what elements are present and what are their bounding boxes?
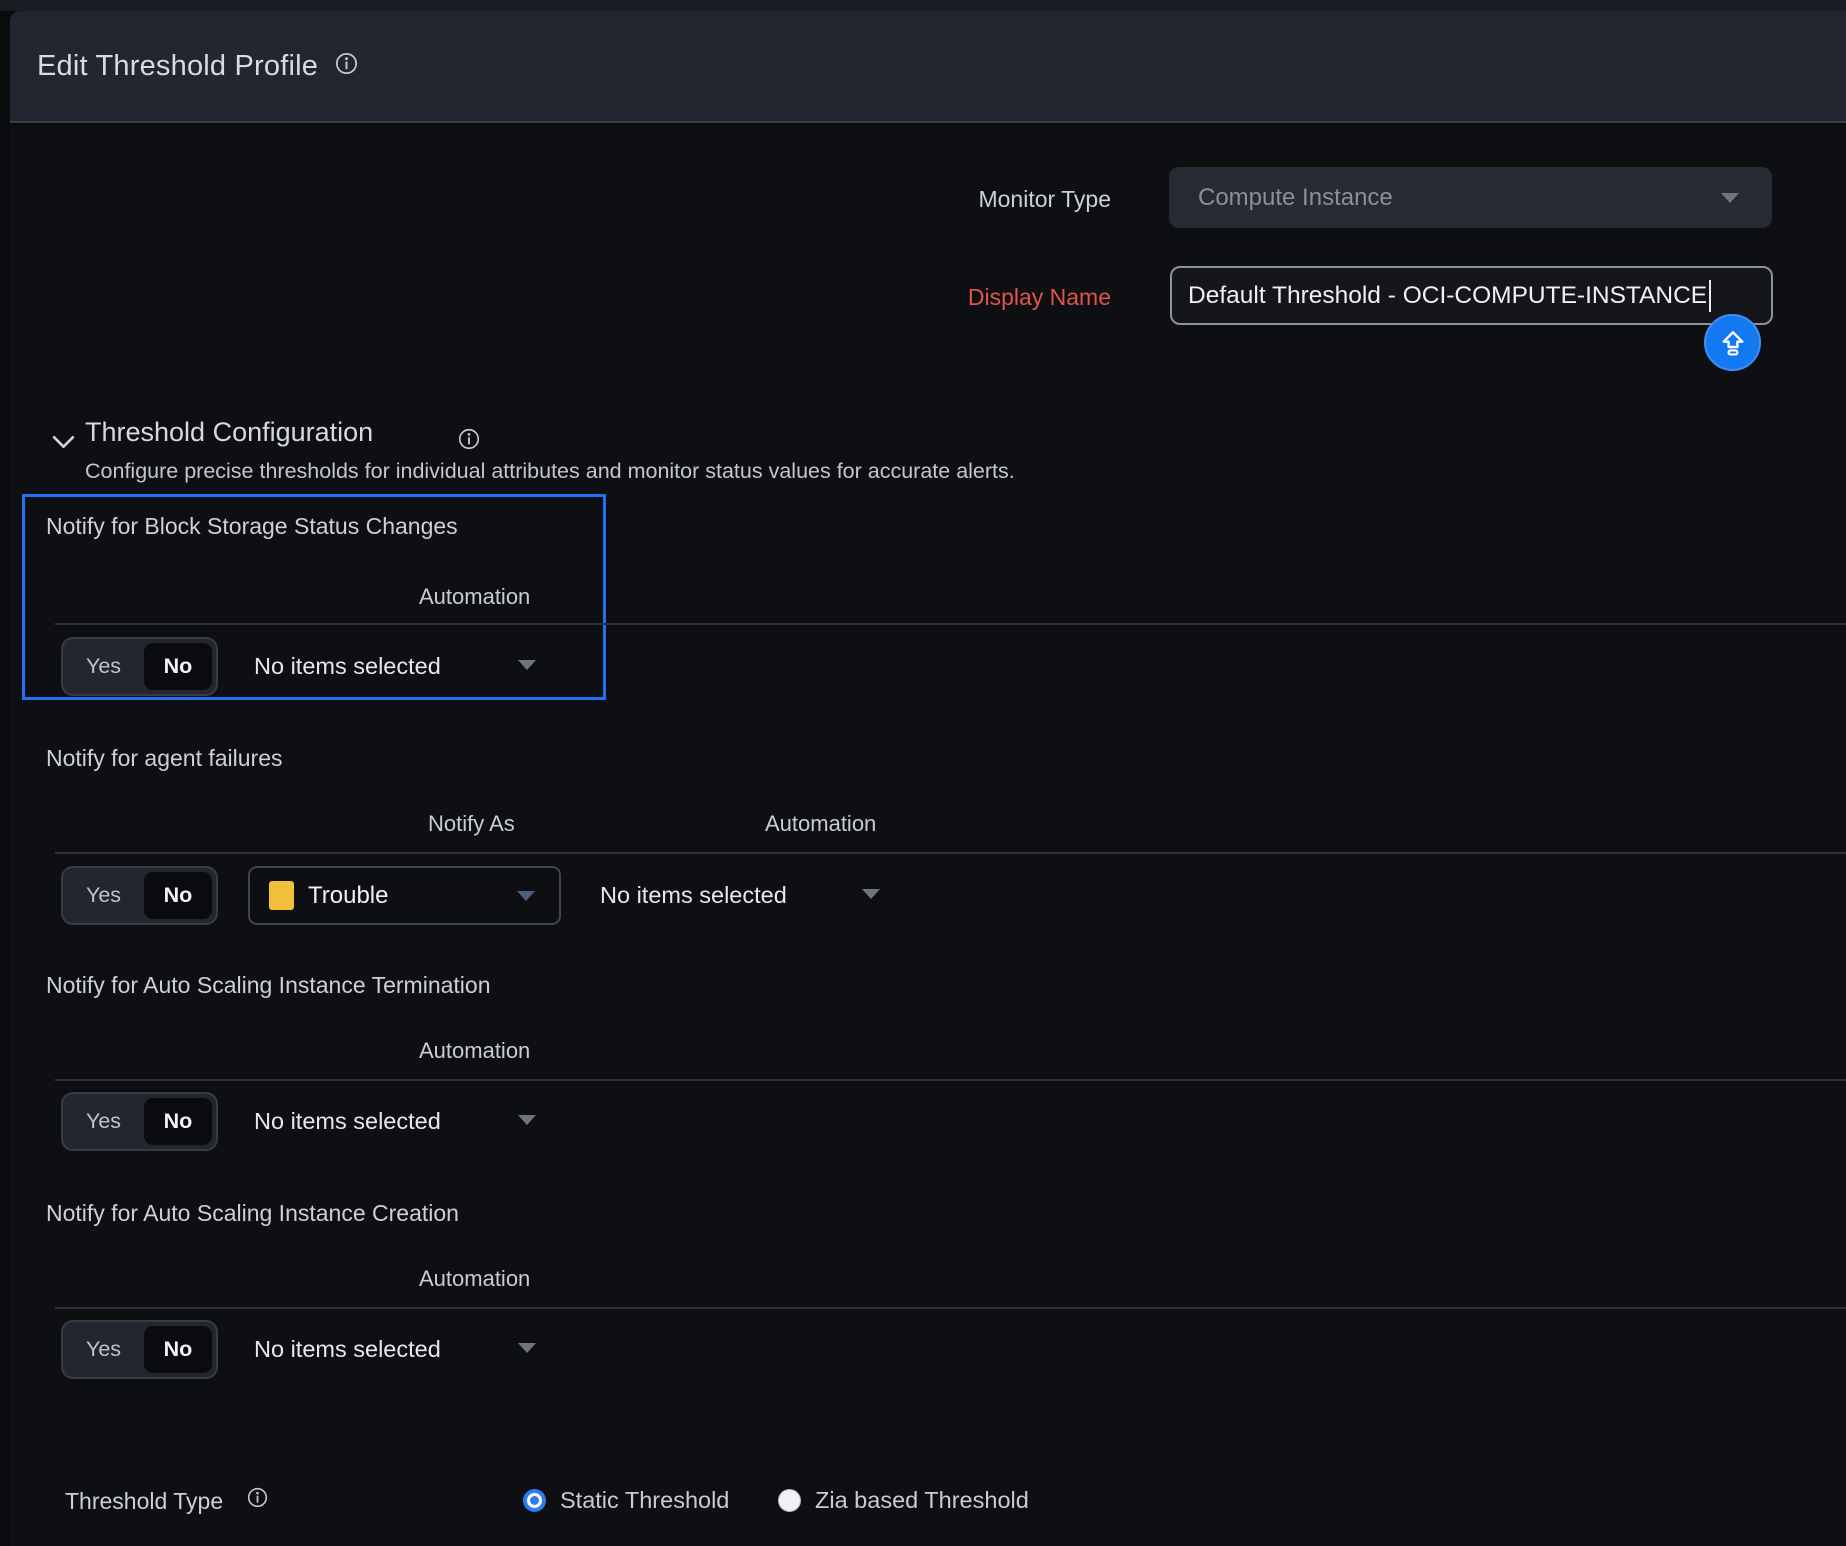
chevron-down-icon bbox=[518, 1115, 536, 1125]
automation-dropdown[interactable]: No items selected bbox=[254, 646, 554, 691]
monitor-type-select[interactable]: Compute Instance bbox=[1169, 167, 1772, 228]
monitor-type-label: Monitor Type bbox=[850, 186, 1111, 213]
radio-selected-icon bbox=[523, 1489, 546, 1512]
page-header: Edit Threshold Profile bbox=[10, 11, 1846, 123]
automation-dropdown[interactable]: No items selected bbox=[600, 875, 900, 920]
section-label: Notify for Auto Scaling Instance Termina… bbox=[46, 972, 490, 999]
autoscale-creation-notify-toggle[interactable]: Yes No bbox=[61, 1320, 218, 1379]
chevron-down-icon bbox=[517, 891, 535, 901]
notify-as-dropdown[interactable]: Trouble bbox=[248, 866, 561, 925]
divider bbox=[55, 852, 1846, 854]
threshold-config-description: Configure precise thresholds for individ… bbox=[85, 459, 1015, 484]
toggle-yes-option[interactable]: Yes bbox=[63, 1109, 144, 1134]
automation-dropdown[interactable]: No items selected bbox=[254, 1329, 554, 1374]
automation-column-header: Automation bbox=[419, 1038, 530, 1064]
divider bbox=[55, 1307, 1846, 1309]
automation-column-header: Automation bbox=[419, 1266, 530, 1292]
threshold-config-title: Threshold Configuration bbox=[85, 417, 373, 448]
radio-unselected-icon bbox=[778, 1489, 801, 1512]
section-label: Notify for Block Storage Status Changes bbox=[46, 513, 458, 540]
autoscale-termination-notify-toggle[interactable]: Yes No bbox=[61, 1092, 218, 1151]
radio-zia-threshold-label[interactable]: Zia based Threshold bbox=[815, 1487, 1029, 1514]
chevron-down-icon bbox=[1721, 193, 1739, 203]
collapse-chevron-icon[interactable] bbox=[50, 428, 77, 460]
toggle-yes-option[interactable]: Yes bbox=[63, 1337, 144, 1362]
monitor-type-value: Compute Instance bbox=[1169, 184, 1393, 212]
upload-button[interactable] bbox=[1704, 314, 1761, 371]
automation-column-header: Automation bbox=[419, 584, 530, 610]
automation-dropdown-value: No items selected bbox=[254, 653, 441, 680]
toggle-no-option[interactable]: No bbox=[144, 872, 212, 919]
text-cursor bbox=[1709, 280, 1711, 312]
radio-zia-threshold[interactable] bbox=[778, 1489, 801, 1512]
trouble-severity-swatch bbox=[269, 881, 294, 910]
display-name-label: Display Name bbox=[850, 284, 1111, 311]
notify-as-column-header: Notify As bbox=[428, 811, 515, 837]
toggle-yes-option[interactable]: Yes bbox=[63, 883, 144, 908]
upload-icon bbox=[1717, 327, 1749, 359]
chevron-down-icon bbox=[518, 1343, 536, 1353]
divider bbox=[55, 623, 1846, 625]
agent-failure-notify-toggle[interactable]: Yes No bbox=[61, 866, 218, 925]
toggle-no-option[interactable]: No bbox=[144, 643, 212, 690]
section-label: Notify for Auto Scaling Instance Creatio… bbox=[46, 1200, 459, 1227]
radio-static-threshold[interactable] bbox=[523, 1489, 546, 1512]
toggle-no-option[interactable]: No bbox=[144, 1326, 212, 1373]
block-storage-notify-toggle[interactable]: Yes No bbox=[61, 637, 218, 696]
backdrop-top-strip bbox=[0, 0, 1846, 11]
toggle-yes-option[interactable]: Yes bbox=[63, 654, 144, 679]
display-name-value: Default Threshold - OCI-COMPUTE-INSTANCE bbox=[1172, 282, 1707, 310]
section-label: Notify for agent failures bbox=[46, 745, 283, 772]
info-icon[interactable] bbox=[458, 428, 480, 455]
threshold-type-label: Threshold Type bbox=[65, 1488, 223, 1515]
toggle-no-option[interactable]: No bbox=[144, 1098, 212, 1145]
page-title: Edit Threshold Profile bbox=[37, 50, 318, 83]
info-icon[interactable] bbox=[335, 52, 358, 80]
display-name-input[interactable]: Default Threshold - OCI-COMPUTE-INSTANCE bbox=[1170, 266, 1773, 325]
chevron-down-icon bbox=[862, 889, 880, 899]
automation-dropdown-value: No items selected bbox=[254, 1336, 441, 1363]
automation-dropdown-value: No items selected bbox=[254, 1108, 441, 1135]
divider bbox=[55, 1079, 1846, 1081]
notify-as-value: Trouble bbox=[308, 882, 388, 910]
automation-dropdown[interactable]: No items selected bbox=[254, 1101, 554, 1146]
automation-column-header: Automation bbox=[765, 811, 876, 837]
backdrop-left-sliver bbox=[0, 11, 10, 1546]
info-icon[interactable] bbox=[247, 1487, 268, 1513]
automation-dropdown-value: No items selected bbox=[600, 882, 787, 909]
radio-static-threshold-label[interactable]: Static Threshold bbox=[560, 1487, 729, 1514]
chevron-down-icon bbox=[518, 660, 536, 670]
